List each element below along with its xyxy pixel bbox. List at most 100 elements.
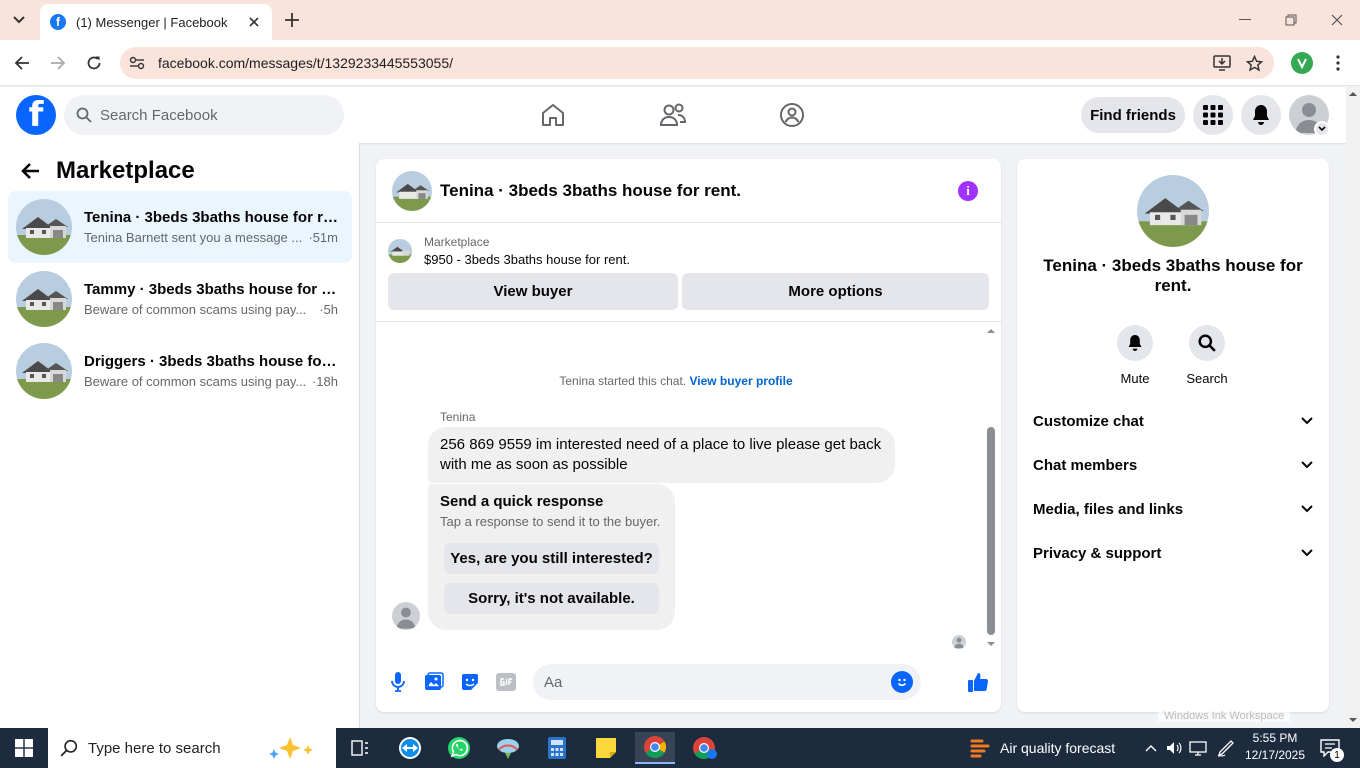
- account-chevron-down-icon[interactable]: [1314, 121, 1330, 137]
- tab-search-chevron-icon[interactable]: [8, 9, 30, 31]
- house-thumbnail[interactable]: [392, 170, 432, 211]
- more-options-button[interactable]: More options: [682, 273, 989, 310]
- quick-response-still-interested-button[interactable]: Yes, are you still interested?: [444, 543, 659, 574]
- house-thumbnail: [16, 271, 72, 327]
- photo-attach-icon[interactable]: [422, 670, 446, 694]
- url-text[interactable]: facebook.com/messages/t/1329233445553055…: [158, 55, 1210, 71]
- bookmark-star-icon[interactable]: [1242, 51, 1266, 75]
- install-app-icon[interactable]: [1210, 51, 1234, 75]
- taskbar-search-input[interactable]: [88, 739, 258, 757]
- sidebar-header: Marketplace: [20, 157, 195, 185]
- browser-menu-icon[interactable]: [1328, 52, 1348, 74]
- sender-avatar[interactable]: [392, 602, 420, 630]
- notifications-bell-icon[interactable]: [1241, 95, 1281, 135]
- task-view-icon[interactable]: [340, 732, 380, 764]
- listing-summary[interactable]: Marketplace $950 - 3beds 3baths house fo…: [388, 235, 630, 267]
- reload-icon[interactable]: [83, 52, 105, 74]
- site-settings-icon[interactable]: [128, 54, 146, 72]
- chat-scrollbar-thumb[interactable]: [987, 427, 995, 635]
- conversation-snippet: Tenina Barnett sent you a message ...: [84, 230, 303, 245]
- calculator-icon[interactable]: [537, 732, 577, 764]
- url-omnibox[interactable]: facebook.com/messages/t/1329233445553055…: [120, 47, 1274, 79]
- view-buyer-profile-link[interactable]: View buyer profile: [689, 374, 792, 388]
- taskbar-search-box[interactable]: [48, 728, 336, 768]
- browser-tab-bar: f (1) Messenger | Facebook: [0, 0, 1360, 40]
- gif-icon[interactable]: [494, 670, 518, 694]
- photo-app-icon[interactable]: [488, 732, 528, 764]
- conversation-title: Driggers · 3beds 3baths house for rent.: [84, 353, 338, 370]
- clock-date: 12/17/2025: [1244, 748, 1306, 762]
- conversation-title: Tenina · 3beds 3baths house for rent.: [84, 209, 338, 226]
- close-window-icon[interactable]: [1327, 10, 1347, 30]
- new-tab-plus-icon[interactable]: [282, 10, 302, 30]
- windows-taskbar: Air quality forecast 5:55 PM 12/17/2025 …: [0, 728, 1360, 768]
- minimize-icon[interactable]: [1235, 10, 1255, 30]
- quick-response-subtitle: Tap a response to send it to the buyer.: [440, 514, 661, 529]
- privacy-support-section[interactable]: Privacy & support: [1033, 535, 1313, 571]
- tab-title: (1) Messenger | Facebook: [76, 14, 228, 30]
- air-quality-icon: [970, 737, 990, 759]
- facebook-header: f Find friends: [0, 87, 1346, 143]
- search-in-chat-button[interactable]: Search: [1177, 325, 1237, 386]
- view-buyer-button[interactable]: View buyer: [388, 273, 678, 310]
- chat-title[interactable]: Tenina · 3beds 3baths house for rent.: [440, 181, 741, 201]
- volume-icon[interactable]: [1164, 738, 1184, 758]
- chat-members-section[interactable]: Chat members: [1033, 447, 1313, 483]
- tray-chevron-up-icon[interactable]: [1141, 738, 1161, 758]
- back-arrow-icon[interactable]: [11, 52, 33, 74]
- sticker-icon[interactable]: [458, 670, 482, 694]
- house-thumbnail[interactable]: [1137, 175, 1209, 247]
- marketplace-label: Marketplace: [424, 235, 490, 249]
- chat-panel: Tenina · 3beds 3baths house for rent. i …: [376, 159, 1001, 712]
- quick-response-not-available-button[interactable]: Sorry, it's not available.: [444, 583, 659, 614]
- mute-button[interactable]: Mute: [1105, 325, 1165, 386]
- facebook-favicon-icon: f: [50, 14, 66, 30]
- facebook-logo-icon[interactable]: f: [16, 95, 56, 135]
- forward-arrow-icon[interactable]: [47, 52, 69, 74]
- friends-icon[interactable]: [657, 99, 689, 131]
- conversation-snippet: Beware of common scams using pay...: [84, 302, 307, 317]
- thumbs-up-icon[interactable]: [966, 670, 990, 694]
- media-files-links-section[interactable]: Media, files and links: [1033, 491, 1313, 527]
- find-friends-button[interactable]: Find friends: [1081, 97, 1185, 133]
- chrome-icon[interactable]: [635, 732, 675, 764]
- message-input-box[interactable]: [533, 664, 921, 700]
- back-arrow-icon[interactable]: [20, 162, 40, 180]
- windows-start-icon[interactable]: [0, 728, 48, 768]
- customize-chat-section[interactable]: Customize chat: [1033, 403, 1313, 439]
- info-icon[interactable]: i: [958, 181, 978, 201]
- emoji-icon[interactable]: [891, 671, 913, 693]
- conversation-time: ·51m: [308, 230, 338, 245]
- message-input[interactable]: [544, 673, 891, 691]
- taskbar-clock[interactable]: 5:55 PM 12/17/2025: [1244, 731, 1306, 762]
- started-text: Tenina started this chat.: [559, 374, 687, 388]
- browser-tab-messenger[interactable]: f (1) Messenger | Facebook: [40, 4, 272, 40]
- teamviewer-icon[interactable]: [390, 732, 430, 764]
- conversation-item-tenina[interactable]: Tenina · 3beds 3baths house for rent. Te…: [8, 191, 352, 263]
- extension-icon[interactable]: [1291, 52, 1313, 74]
- weather-widget[interactable]: Air quality forecast: [970, 728, 1115, 768]
- conversation-time: ·18h: [311, 374, 338, 389]
- sender-name: Tenina: [440, 410, 476, 424]
- whatsapp-icon[interactable]: [439, 732, 479, 764]
- house-thumbnail: [16, 343, 72, 399]
- groups-icon[interactable]: [776, 99, 808, 131]
- conversation-item-tammy[interactable]: Tammy · 3beds 3baths house for rent. Bew…: [8, 263, 352, 335]
- conversation-item-driggers[interactable]: Driggers · 3beds 3baths house for rent. …: [8, 335, 352, 407]
- section-label: Customize chat: [1033, 412, 1144, 430]
- pen-workspace-icon[interactable]: [1216, 738, 1236, 758]
- windows-ink-watermark: Windows Ink Workspace: [1158, 710, 1291, 722]
- facebook-search-input[interactable]: [100, 106, 320, 124]
- sticky-notes-icon[interactable]: [586, 732, 626, 764]
- page-scrollbar[interactable]: [1346, 87, 1360, 728]
- network-icon[interactable]: [1188, 738, 1208, 758]
- tab-close-icon[interactable]: [246, 14, 262, 30]
- chrome-messenger-icon[interactable]: [685, 732, 725, 764]
- menu-grid-icon[interactable]: [1193, 95, 1233, 135]
- facebook-search-box[interactable]: [64, 95, 344, 135]
- home-icon[interactable]: [537, 99, 569, 131]
- message-bubble[interactable]: 256 869 9559 im interested need of a pla…: [428, 427, 895, 483]
- search-icon: [60, 739, 78, 757]
- microphone-icon[interactable]: [386, 670, 410, 694]
- restore-icon[interactable]: [1281, 10, 1301, 30]
